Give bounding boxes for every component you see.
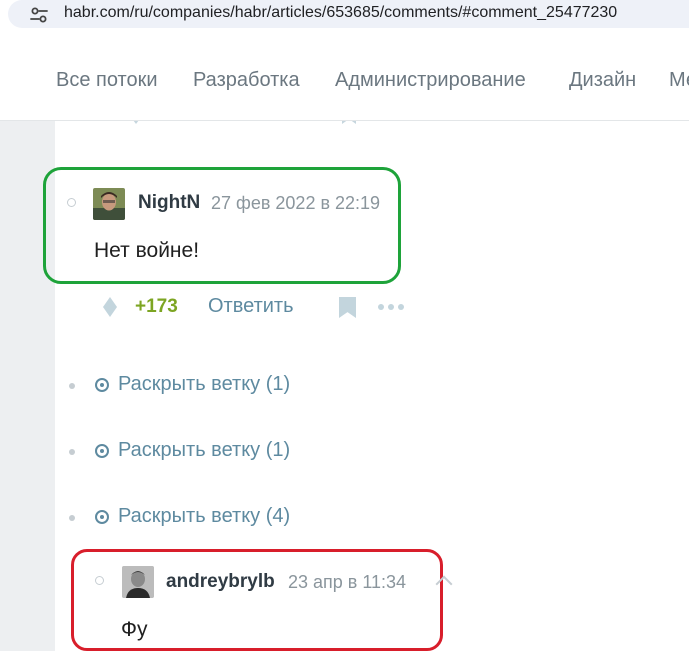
bookmark-icon[interactable]	[339, 297, 356, 318]
site-settings-icon[interactable]	[29, 5, 49, 25]
user-avatar-icon	[93, 188, 125, 220]
comment-author[interactable]: andreybrylb	[166, 571, 275, 593]
expand-thread-link[interactable]: Раскрыть ветку (1)	[118, 373, 290, 396]
expand-thread-link[interactable]: Раскрыть ветку (4)	[118, 505, 290, 528]
nav-item-management[interactable]: Ме	[669, 69, 689, 92]
expand-thread-icon[interactable]	[95, 444, 109, 458]
more-options-icon[interactable]	[378, 304, 404, 310]
thread-bullet	[69, 383, 75, 389]
thread-bullet	[69, 515, 75, 521]
page: habr.com/ru/companies/habr/articles/6536…	[0, 0, 689, 651]
expand-thread-icon[interactable]	[95, 378, 109, 392]
rating-icon[interactable]	[103, 297, 117, 317]
thread-expander: Раскрыть ветку (1)	[0, 370, 400, 400]
comment-timestamp[interactable]: 23 апр в 11:34	[288, 572, 406, 593]
nav-item-administration[interactable]: Администрирование	[335, 69, 526, 92]
avatar[interactable]	[93, 188, 125, 220]
thread-expander: Раскрыть ветку (1)	[0, 436, 400, 466]
expand-thread-link[interactable]: Раскрыть ветку (1)	[118, 439, 290, 462]
comment-author[interactable]: NightN	[138, 192, 200, 214]
nav-item-development[interactable]: Разработка	[193, 69, 300, 92]
comment-bullet	[95, 576, 104, 585]
comment-timestamp[interactable]: 27 фев 2022 в 22:19	[211, 193, 380, 214]
comment-score: +173	[135, 296, 178, 317]
comment-bullet	[67, 198, 76, 207]
user-avatar-icon	[122, 566, 154, 598]
reply-button[interactable]: Ответить	[208, 295, 294, 318]
expand-thread-icon[interactable]	[95, 510, 109, 524]
comment-highlight-green	[43, 167, 401, 284]
browser-address-bar: habr.com/ru/companies/habr/articles/6536…	[0, 0, 689, 30]
avatar[interactable]	[122, 566, 154, 598]
comment-text: Фу	[121, 618, 148, 641]
comment-text: Нет войне!	[94, 239, 200, 262]
thread-expander: Раскрыть ветку (4)	[0, 502, 400, 532]
flows-nav: Все потоки Разработка Администрирование …	[0, 44, 689, 121]
nav-item-all-flows[interactable]: Все потоки	[56, 69, 158, 92]
comment-actions: +173 Ответить	[100, 292, 420, 322]
nav-item-design[interactable]: Дизайн	[569, 69, 636, 92]
thread-bullet	[69, 449, 75, 455]
url-field[interactable]: habr.com/ru/companies/habr/articles/6536…	[8, 0, 689, 28]
url-text: habr.com/ru/companies/habr/articles/6536…	[64, 4, 618, 21]
